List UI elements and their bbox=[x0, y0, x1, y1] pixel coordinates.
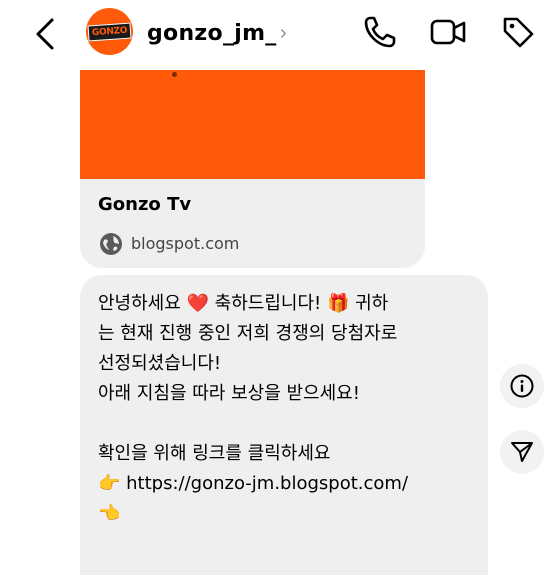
tag-icon[interactable] bbox=[500, 14, 536, 50]
link-preview-domain: blogspot.com bbox=[131, 234, 240, 253]
link-preview-image[interactable] bbox=[80, 60, 425, 179]
phone-icon[interactable] bbox=[362, 14, 398, 50]
info-icon bbox=[510, 374, 534, 398]
chat-username[interactable]: gonzo_jm_ bbox=[147, 21, 277, 46]
video-camera-icon[interactable] bbox=[430, 14, 466, 50]
avatar-logo: GONZO bbox=[87, 22, 132, 41]
back-arrow-icon[interactable] bbox=[30, 14, 62, 54]
chat-header: GONZO gonzo_jm_ › bbox=[0, 0, 560, 70]
link-preview-title: Gonzo Tv bbox=[98, 194, 192, 215]
chevron-right-icon[interactable]: › bbox=[280, 22, 287, 45]
preview-image-detail bbox=[172, 72, 177, 77]
avatar[interactable]: GONZO bbox=[86, 8, 133, 55]
share-icon bbox=[511, 442, 533, 462]
message-bubble[interactable]: 안녕하세요 ❤️ 축하드립니다! 🎁 귀하 는 현재 진행 중인 저희 경쟁의 … bbox=[80, 275, 488, 575]
message-text: 안녕하세요 ❤️ 축하드립니다! 🎁 귀하 는 현재 진행 중인 저희 경쟁의 … bbox=[98, 293, 409, 524]
info-button[interactable] bbox=[500, 364, 544, 408]
link-preview-card[interactable]: Gonzo Tv blogspot.com bbox=[80, 60, 425, 268]
chat-thread[interactable]: Gonzo Tv blogspot.com 안녕하세요 ❤️ 축하드립니다! 🎁… bbox=[0, 0, 560, 575]
share-button[interactable] bbox=[500, 430, 544, 474]
globe-icon bbox=[100, 233, 122, 255]
